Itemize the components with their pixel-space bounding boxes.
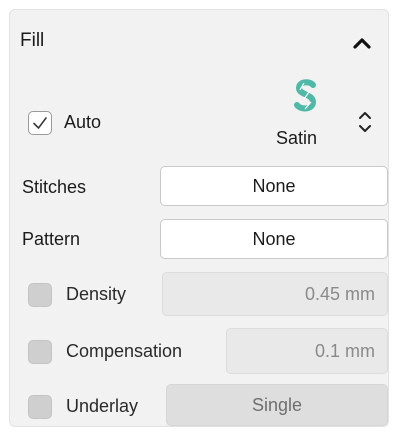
pattern-label: Pattern — [22, 229, 81, 249]
stitch-type-spinner[interactable] — [355, 107, 375, 137]
density-input[interactable]: 0.45 mm — [162, 272, 388, 316]
auto-label: Auto — [64, 112, 102, 132]
panel-title: Fill — [20, 30, 45, 51]
density-checkbox[interactable] — [28, 283, 52, 307]
satin-s-icon[interactable] — [291, 78, 321, 114]
compensation-value: 0.1 mm — [314, 340, 375, 361]
checkmark-icon — [33, 117, 47, 129]
compensation-input[interactable]: 0.1 mm — [226, 328, 388, 374]
density-label: Density — [66, 284, 127, 304]
stitches-label: Stitches — [22, 177, 87, 197]
compensation-label: Compensation — [66, 341, 183, 361]
chevron-up-icon — [353, 38, 371, 49]
underlay-select[interactable]: Single — [166, 384, 388, 426]
auto-checkbox[interactable] — [28, 111, 52, 135]
collapse-button[interactable] — [345, 26, 379, 60]
density-value: 0.45 mm — [304, 283, 375, 304]
stitches-select[interactable]: None — [160, 166, 388, 206]
stitches-value: None — [252, 175, 296, 196]
stitch-type-label: Satin — [276, 128, 318, 148]
chevron-updown-icon — [359, 112, 371, 132]
pattern-value: None — [252, 228, 296, 249]
underlay-checkbox[interactable] — [28, 395, 52, 419]
underlay-label: Underlay — [66, 396, 139, 416]
compensation-checkbox[interactable] — [28, 340, 52, 364]
pattern-select[interactable]: None — [160, 219, 388, 259]
underlay-value: Single — [251, 394, 303, 415]
